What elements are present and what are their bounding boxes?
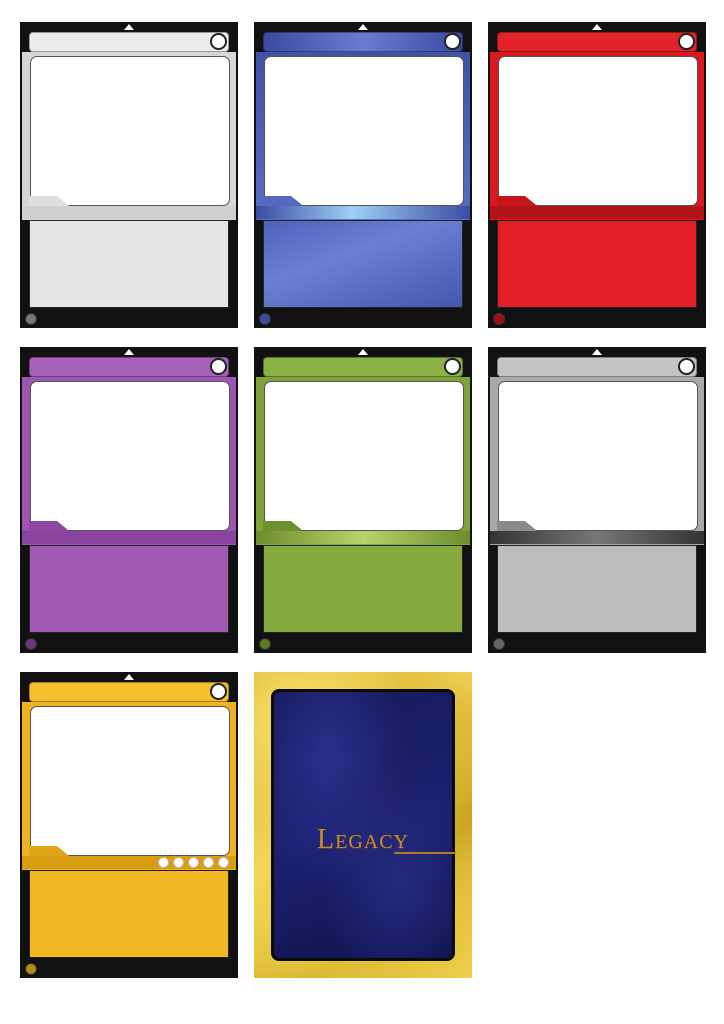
cost-circle <box>210 358 227 375</box>
art-window <box>498 56 698 206</box>
set-symbol-icon <box>26 639 36 649</box>
card-footer <box>20 960 238 978</box>
title-bar <box>29 32 229 52</box>
cost-circle <box>210 683 227 700</box>
gem-slot-icon <box>218 857 229 868</box>
triangle-marker-icon <box>124 674 134 680</box>
type-bar <box>490 206 704 219</box>
triangle-marker-icon <box>124 349 134 355</box>
text-box <box>29 870 229 958</box>
set-symbol-icon <box>260 314 270 324</box>
card-back-field: Legacy <box>271 689 456 961</box>
title-bar <box>29 682 229 702</box>
set-symbol-icon <box>494 639 504 649</box>
cost-circle <box>444 358 461 375</box>
card-frame-blue <box>254 22 472 328</box>
text-box <box>263 220 463 308</box>
type-bar <box>22 206 236 219</box>
cost-circle <box>444 33 461 50</box>
gem-slot-icon <box>158 857 169 868</box>
title-bar <box>263 32 463 52</box>
art-window <box>498 381 698 531</box>
cost-circle <box>210 33 227 50</box>
logo-swoosh <box>394 852 456 854</box>
title-bar <box>29 357 229 377</box>
triangle-marker-icon <box>358 24 368 30</box>
art-window <box>30 706 230 856</box>
card-back: Legacy <box>254 672 472 978</box>
set-symbol-icon <box>494 314 504 324</box>
set-symbol-icon <box>26 964 36 974</box>
card-frame-green <box>254 347 472 653</box>
text-box <box>29 545 229 633</box>
art-window <box>264 56 464 206</box>
type-bar <box>256 531 470 544</box>
set-symbol-icon <box>26 314 36 324</box>
type-bar <box>490 531 704 544</box>
type-bar <box>22 531 236 544</box>
cost-circle <box>678 358 695 375</box>
text-box <box>497 545 697 633</box>
triangle-marker-icon <box>592 349 602 355</box>
title-bar <box>263 357 463 377</box>
card-frame-gold <box>20 672 238 978</box>
card-footer <box>254 635 472 653</box>
text-box <box>263 545 463 633</box>
art-window <box>30 56 230 206</box>
card-frame-purple <box>20 347 238 653</box>
text-box <box>497 220 697 308</box>
set-symbol-icon <box>260 639 270 649</box>
title-bar <box>497 32 697 52</box>
triangle-marker-icon <box>592 24 602 30</box>
gem-slots <box>158 857 229 868</box>
gem-slot-icon <box>173 857 184 868</box>
card-footer <box>20 635 238 653</box>
triangle-marker-icon <box>358 349 368 355</box>
text-box <box>29 220 229 308</box>
card-footer <box>20 310 238 328</box>
cost-circle <box>678 33 695 50</box>
card-footer <box>254 310 472 328</box>
card-footer <box>488 310 706 328</box>
gem-slot-icon <box>203 857 214 868</box>
gem-slot-icon <box>188 857 199 868</box>
title-bar <box>497 357 697 377</box>
art-window <box>264 381 464 531</box>
card-footer <box>488 635 706 653</box>
card-frame-gray <box>488 347 706 653</box>
type-bar <box>256 206 470 219</box>
card-frame-white <box>20 22 238 328</box>
art-window <box>30 381 230 531</box>
card-frame-red <box>488 22 706 328</box>
triangle-marker-icon <box>124 24 134 30</box>
